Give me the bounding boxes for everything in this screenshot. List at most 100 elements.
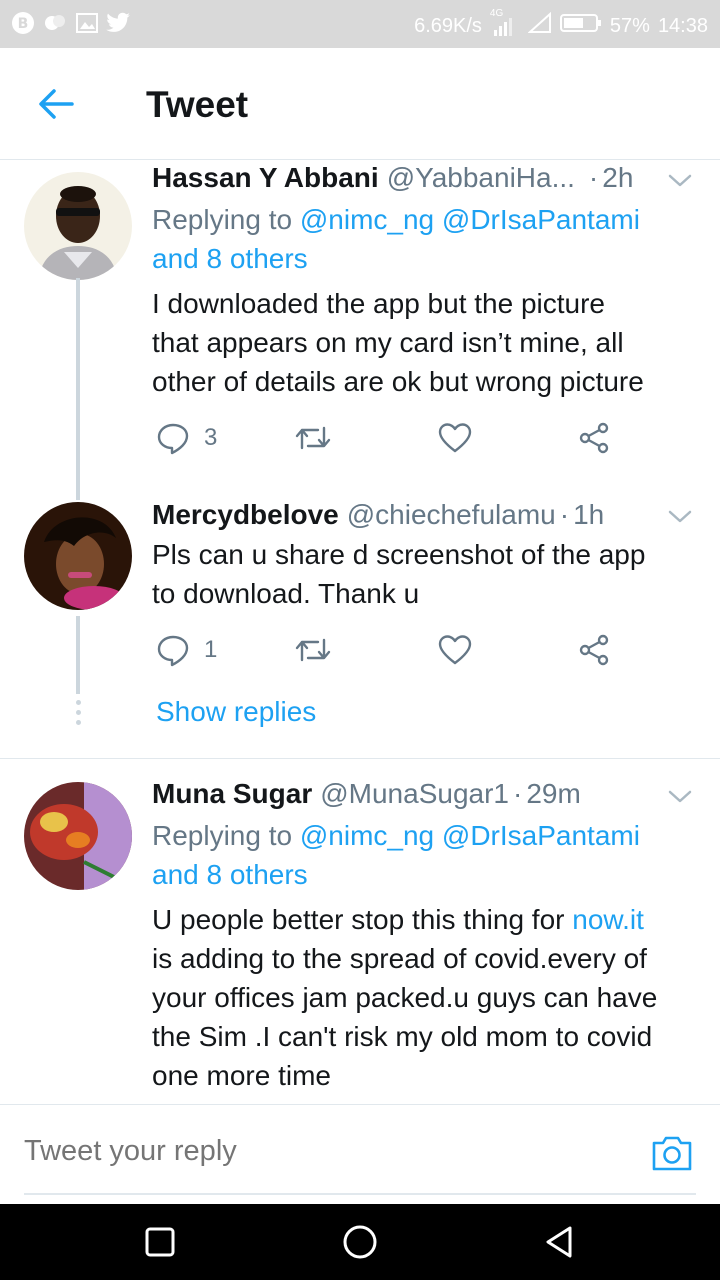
reply-button[interactable]: 1 — [156, 630, 217, 670]
handle[interactable]: @chiechefulamu — [347, 499, 556, 531]
chevron-down-icon[interactable] — [666, 502, 694, 530]
chevron-down-icon[interactable] — [666, 782, 694, 810]
reply-icon — [157, 423, 189, 455]
replying-to: Replying to @nimc_ng @DrIsaPantami and 8… — [152, 816, 692, 894]
share-button[interactable] — [578, 418, 612, 458]
reply-count: 1 — [204, 636, 218, 663]
retweet-icon — [295, 638, 331, 662]
retweet-icon — [295, 426, 331, 450]
battery-percent: 57% — [609, 14, 650, 37]
tweet-text-line: is adding to the spread of covid.every o… — [152, 943, 647, 974]
thread-line — [76, 278, 80, 500]
chevron-down-icon[interactable] — [666, 166, 694, 194]
arrow-left-icon — [39, 89, 74, 119]
app-notification-icon — [42, 10, 68, 36]
reply-composer — [0, 1104, 720, 1204]
show-replies-link[interactable]: Show replies — [156, 696, 316, 728]
display-name[interactable]: Mercydbelove — [152, 499, 339, 531]
separator-dot: · — [513, 778, 523, 809]
handle[interactable]: @MunaSugar1 — [320, 778, 509, 810]
page-title: Tweet — [146, 84, 249, 125]
tweet-muna-sugar[interactable]: Muna Sugar @MunaSugar1 · 29m Replying to… — [0, 762, 720, 1102]
tweet-text-line: the Sim .I can't risk my old mom to covi… — [152, 1021, 653, 1052]
replying-to: Replying to @nimc_ng @DrIsaPantami and 8… — [152, 200, 692, 278]
avatar[interactable] — [24, 782, 132, 890]
share-icon — [579, 634, 609, 666]
separator-dot: · — [559, 499, 570, 530]
display-name[interactable]: Hassan Y Abbani — [152, 162, 379, 194]
others-link[interactable]: and 8 others — [152, 243, 308, 274]
share-icon — [579, 422, 609, 454]
like-button[interactable] — [438, 630, 472, 670]
network-speed: 6.69K/s — [414, 14, 482, 37]
twitter-bird-icon — [106, 10, 132, 36]
clock: 14:38 — [657, 14, 708, 37]
reply-input[interactable] — [24, 1135, 584, 1168]
back-nav-button[interactable] — [542, 1224, 578, 1260]
retweet-button[interactable] — [294, 418, 332, 458]
replying-prefix: Replying to — [152, 204, 293, 235]
image-notification-icon — [74, 10, 100, 36]
heart-icon — [438, 423, 472, 453]
signal-icon: 4G — [490, 8, 520, 38]
timestamp: 1h — [573, 499, 605, 530]
app-header: Tweet — [0, 48, 720, 160]
tweet-actions: 1 — [152, 630, 672, 670]
timestamp: 29m — [526, 778, 581, 809]
camera-icon — [652, 1136, 692, 1171]
mention-links[interactable]: @nimc_ng @DrIsaPantami — [300, 820, 640, 851]
separator-dot: · — [588, 162, 599, 193]
tweet-text-line: other of details are ok but wrong pictur… — [152, 366, 644, 397]
tweet-header: Muna Sugar @MunaSugar1 · 29m — [152, 778, 581, 810]
thread-continuation-dots — [73, 700, 83, 730]
share-button[interactable] — [578, 630, 612, 670]
tweet-header: Hassan Y Abbani @YabbaniHa... · 2h — [152, 162, 633, 194]
reply-icon — [157, 635, 189, 667]
avatar[interactable] — [24, 172, 132, 280]
tweet-text-line: that appears on my card isn’t mine, all — [152, 327, 624, 358]
tweet-text-line: one more time — [152, 1060, 331, 1091]
tweet-text: U people better stop this thing for now.… — [152, 900, 702, 1095]
url-link[interactable]: now.it — [572, 904, 644, 935]
like-button[interactable] — [438, 418, 472, 458]
svg-text:B: B — [18, 16, 29, 32]
mention-links[interactable]: @nimc_ng @DrIsaPantami — [300, 204, 640, 235]
reply-button[interactable]: 3 — [156, 418, 217, 458]
tweet-hassan[interactable]: Hassan Y Abbani @YabbaniHa... · 2h Reply… — [0, 160, 720, 500]
home-button[interactable] — [342, 1224, 378, 1260]
circle-icon — [343, 1225, 377, 1259]
tweet-text-segment: U people better stop this thing for — [152, 904, 565, 935]
display-name[interactable]: Muna Sugar — [152, 778, 312, 810]
composer-underline — [24, 1193, 696, 1195]
heart-icon — [438, 635, 472, 665]
bitcoin-icon: B — [10, 10, 36, 36]
triangle-back-icon — [546, 1226, 572, 1258]
retweet-button[interactable] — [294, 630, 332, 670]
avatar[interactable] — [24, 502, 132, 610]
battery-icon — [559, 13, 602, 39]
recents-button[interactable] — [142, 1224, 178, 1260]
tweet-text-line: U people better stop this thing for now.… — [152, 900, 702, 939]
tweet-text-line: Pls can u share d screenshot of the app — [152, 539, 646, 570]
thread-line — [76, 616, 80, 694]
tweet-text: I downloaded the app but the picture tha… — [152, 284, 702, 401]
timestamp: 2h — [602, 162, 634, 193]
handle[interactable]: @YabbaniHa... — [387, 162, 575, 194]
tweet-text-line: I downloaded the app but the picture — [152, 288, 606, 319]
camera-button[interactable] — [650, 1133, 694, 1177]
status-notification-icons: B — [10, 10, 132, 36]
back-button[interactable] — [34, 82, 78, 126]
tweet-text-line: your offices jam packed.u guys can have — [152, 982, 658, 1013]
system-nav-bar — [0, 1204, 720, 1280]
divider — [0, 758, 720, 759]
cellular-icon — [527, 11, 552, 40]
tweet-actions: 3 — [152, 418, 672, 458]
square-icon — [145, 1227, 175, 1257]
reply-count: 3 — [204, 424, 218, 451]
tweet-header: Mercydbelove @chiechefulamu · 1h — [152, 499, 604, 531]
status-bar: B 6.69K/s 4G 57% 14:38 — [0, 0, 720, 48]
replying-prefix: Replying to — [152, 820, 293, 851]
others-link[interactable]: and 8 others — [152, 859, 308, 890]
tweet-text: Pls can u share d screenshot of the app … — [152, 535, 702, 613]
tweet-mercydbelove[interactable]: Mercydbelove @chiechefulamu · 1h Pls can… — [0, 499, 720, 758]
